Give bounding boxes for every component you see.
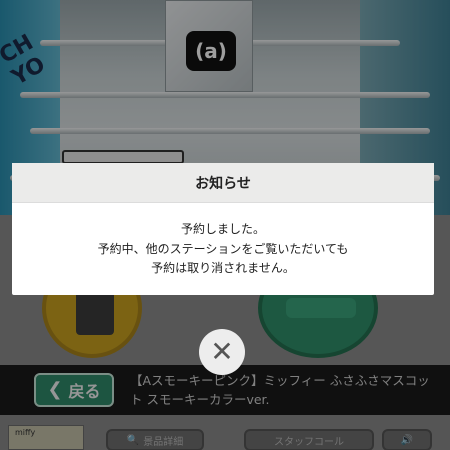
close-icon: ✕ [210,335,234,368]
notice-dialog: お知らせ 予約しました。 予約中、他のステーションをご覧いただいても 予約は取り… [12,163,434,295]
dialog-line: 予約しました。 [180,222,265,236]
dialog-line: 予約中、他のステーションをご覧いただいても [97,241,349,256]
dialog-line: 予約は取り消されません。 [151,261,295,275]
dialog-title: お知らせ [12,163,434,203]
close-dialog-button[interactable]: ✕ [199,329,245,375]
dialog-message: 予約しました。 予約中、他のステーションをご覧いただいても 予約は取り消されませ… [12,203,434,279]
